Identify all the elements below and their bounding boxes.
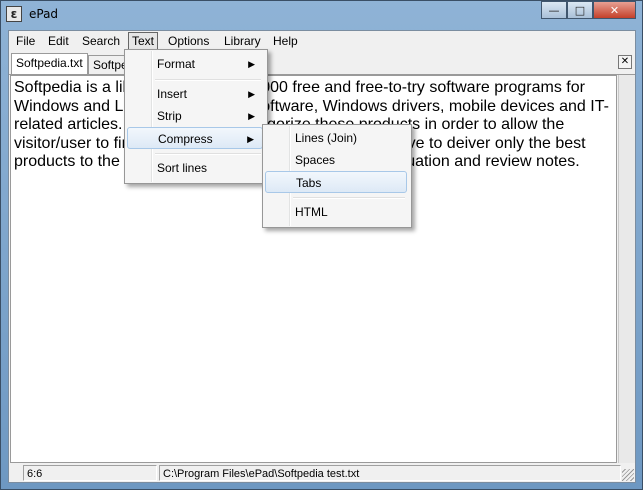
tab-softpedia-txt[interactable]: Softpedia.txt: [11, 53, 88, 74]
window-title: ePad: [29, 7, 59, 21]
close-button[interactable]: ✕: [593, 1, 636, 19]
menu-library[interactable]: Library: [221, 33, 264, 49]
menu-item-lines-join[interactable]: Lines (Join): [265, 127, 407, 149]
menu-file[interactable]: File: [13, 33, 38, 49]
vertical-scrollbar[interactable]: [618, 75, 635, 463]
menu-search[interactable]: Search: [79, 33, 123, 49]
menu-separator: [155, 153, 261, 155]
menu-item-spaces[interactable]: Spaces: [265, 149, 407, 171]
client-area: File Edit Search Text Options Library He…: [8, 30, 636, 483]
app-window: ε ePad — □ ✕ File Edit Search Text Optio…: [0, 0, 643, 490]
submenu-arrow-icon: ▶: [248, 111, 255, 121]
submenu-arrow-icon: ▶: [247, 134, 254, 144]
menu-item-strip[interactable]: Strip ▶: [127, 105, 263, 127]
menu-edit[interactable]: Edit: [45, 33, 72, 49]
menu-item-format[interactable]: Format ▶: [127, 53, 263, 75]
text-menu: Format ▶ Insert ▶ Strip ▶ Compress ▶ Sor…: [124, 49, 268, 184]
menu-separator: [293, 197, 405, 199]
menu-options[interactable]: Options: [165, 33, 212, 49]
menu-item-insert[interactable]: Insert ▶: [127, 83, 263, 105]
cursor-position: 6:6: [23, 465, 157, 481]
menu-item-sort-lines[interactable]: Sort lines: [127, 157, 263, 179]
submenu-arrow-icon: ▶: [248, 59, 255, 69]
file-path: C:\Program Files\ePad\Softpedia test.txt: [159, 465, 621, 481]
status-bar: 6:6 C:\Program Files\ePad\Softpedia test…: [9, 464, 635, 482]
menu-bar: File Edit Search Text Options Library He…: [9, 31, 635, 51]
tab-bar: Softpedia.txt Softpe ✕: [9, 52, 635, 75]
menu-item-html[interactable]: HTML: [265, 201, 407, 223]
submenu-arrow-icon: ▶: [248, 89, 255, 99]
menu-help[interactable]: Help: [270, 33, 301, 49]
resize-grip[interactable]: [622, 469, 634, 481]
title-bar[interactable]: ε ePad — □ ✕: [1, 1, 642, 29]
menu-item-tabs[interactable]: Tabs: [265, 171, 407, 193]
menu-separator: [155, 79, 261, 81]
epad-app-icon[interactable]: ε: [6, 6, 22, 22]
minimize-button[interactable]: —: [541, 1, 567, 19]
compress-submenu: Lines (Join) Spaces Tabs HTML: [262, 124, 412, 228]
close-tab-icon[interactable]: ✕: [618, 55, 632, 69]
menu-item-compress[interactable]: Compress ▶: [127, 127, 263, 149]
maximize-button[interactable]: □: [567, 1, 593, 19]
menu-text[interactable]: Text: [128, 32, 159, 50]
window-controls: — □ ✕: [541, 1, 636, 21]
